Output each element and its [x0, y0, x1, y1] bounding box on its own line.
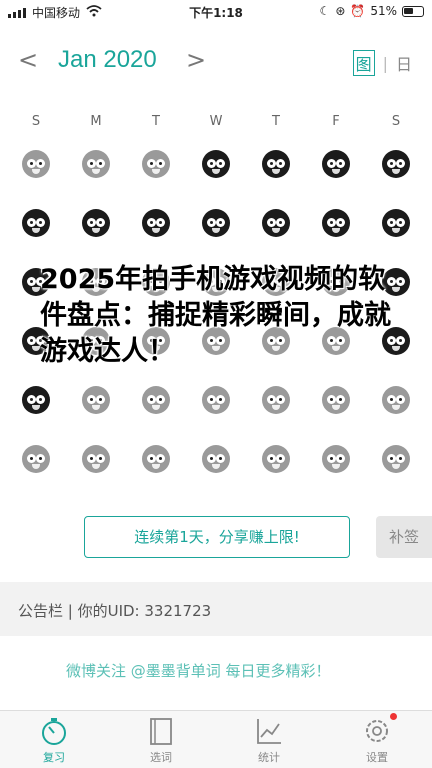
month-title: Jan 2020 [58, 46, 157, 73]
notice-bar: 公告栏 | 你的UID: 3321723 [0, 582, 432, 636]
calendar-day-cell[interactable] [202, 150, 230, 178]
gear-icon [361, 713, 397, 747]
calendar-day-cell[interactable] [322, 150, 350, 178]
tab-label: 统计 [258, 751, 280, 764]
mascot-icon [382, 445, 410, 473]
mascot-icon [22, 445, 50, 473]
mascot-icon [322, 209, 350, 237]
calendar-day-cell[interactable] [262, 150, 290, 178]
calendar-day-cell[interactable] [142, 445, 170, 473]
mascot-icon [202, 386, 230, 414]
calendar-day-cell[interactable] [202, 386, 230, 414]
weekday-label: S [391, 114, 401, 129]
calendar-day-cell[interactable] [382, 386, 410, 414]
share-checkin-button[interactable]: 连续第1天，分享赚上限! [84, 516, 350, 558]
weekday-label: M [90, 114, 102, 129]
weekday-label: S [31, 114, 41, 129]
moon-icon: ☾ [319, 4, 331, 18]
calendar-day-cell[interactable] [142, 386, 170, 414]
mascot-icon [142, 209, 170, 237]
calendar-day-cell[interactable] [22, 445, 50, 473]
next-month-icon[interactable]: > [186, 46, 206, 74]
calendar-day-cell[interactable] [202, 445, 230, 473]
calendar-day-cell[interactable] [22, 150, 50, 178]
notification-badge [390, 713, 397, 720]
calendar-day-cell[interactable] [82, 445, 110, 473]
book-icon [145, 715, 177, 747]
weekday-label: T [152, 114, 160, 129]
tab-settings[interactable]: 设置 [337, 713, 417, 765]
weekday-label: W [209, 114, 223, 129]
mascot-icon [262, 209, 290, 237]
weekday-label: F [332, 114, 340, 129]
tab-review[interactable]: 复习 [14, 715, 94, 765]
mascot-icon [22, 386, 50, 414]
mascot-icon [382, 209, 410, 237]
tab-word-select[interactable]: 选词 [121, 715, 201, 765]
mascot-icon [82, 150, 110, 178]
notice-label: 公告栏 | 你的UID: 3321723 [18, 602, 212, 620]
mascot-icon [382, 386, 410, 414]
mascot-icon [22, 150, 50, 178]
toggle-divider: | [382, 53, 388, 73]
status-right: ☾ ⊛ ⏰ 51% [320, 4, 424, 18]
calendar-day-cell[interactable] [382, 150, 410, 178]
calendar-day-cell[interactable] [82, 386, 110, 414]
tab-label: 复习 [43, 751, 65, 764]
calendar-day-cell[interactable] [82, 150, 110, 178]
weekday-label: T [272, 114, 280, 129]
lock-rotation-icon: ⊛ [335, 4, 346, 18]
calendar-day-cell[interactable] [322, 445, 350, 473]
mascot-icon [82, 386, 110, 414]
calendar-day-cell[interactable] [382, 445, 410, 473]
tab-label: 选词 [150, 751, 172, 764]
calendar-day-cell[interactable] [202, 209, 230, 237]
mascot-icon [22, 209, 50, 237]
stopwatch-icon [38, 715, 70, 747]
mascot-icon [82, 445, 110, 473]
mascot-icon [262, 445, 290, 473]
calendar-day-cell[interactable] [142, 209, 170, 237]
mascot-icon [262, 150, 290, 178]
calendar-day-cell[interactable] [22, 386, 50, 414]
view-toggle: 图 | 日 [352, 50, 412, 76]
battery-icon [402, 5, 424, 17]
mascot-icon [262, 386, 290, 414]
mascot-icon [322, 150, 350, 178]
calendar-day-cell[interactable] [262, 209, 290, 237]
calendar-day-cell[interactable] [322, 209, 350, 237]
weibo-promo-link[interactable]: 微博关注 @墨墨背单词 每日更多精彩！ [66, 660, 331, 681]
tab-statistics[interactable]: 统计 [229, 715, 309, 765]
mascot-icon [142, 150, 170, 178]
tab-label: 设置 [366, 751, 388, 764]
calendar-day-cell[interactable] [382, 209, 410, 237]
month-navigation: < Jan 2020 > 图 | 日 [0, 38, 432, 84]
calendar-day-cell[interactable] [22, 209, 50, 237]
mascot-icon [382, 150, 410, 178]
mascot-icon [322, 445, 350, 473]
calendar-day-cell[interactable] [82, 209, 110, 237]
battery-percent: 51% [370, 4, 397, 18]
tab-bar: 复习 选词 统计 设置 [0, 710, 432, 768]
status-bar: 中国移动 下午1:18 ☾ ⊛ ⏰ 51% [0, 0, 432, 24]
calendar-day-cell[interactable] [142, 150, 170, 178]
view-chart-toggle[interactable]: 图 [352, 50, 375, 76]
chart-icon [253, 715, 285, 747]
mascot-icon [202, 150, 230, 178]
view-day-toggle[interactable]: 日 [396, 51, 412, 75]
overlay-headline: 2025年拍手机游戏视频的软件盘点：捕捉精彩瞬间，成就游戏达人！ [40, 264, 391, 367]
mascot-icon [322, 386, 350, 414]
alarm-icon: ⏰ [350, 4, 366, 18]
mascot-icon [142, 445, 170, 473]
mascot-icon [142, 386, 170, 414]
previous-month-icon[interactable]: < [18, 46, 38, 74]
weekday-header: S M T W T F S [0, 114, 432, 134]
mascot-icon [82, 209, 110, 237]
mascot-icon [202, 209, 230, 237]
mascot-icon [202, 445, 230, 473]
calendar-day-cell[interactable] [262, 386, 290, 414]
calendar-day-cell[interactable] [262, 445, 290, 473]
makeup-checkin-button[interactable]: 补签 [376, 516, 432, 558]
calendar-day-cell[interactable] [322, 386, 350, 414]
